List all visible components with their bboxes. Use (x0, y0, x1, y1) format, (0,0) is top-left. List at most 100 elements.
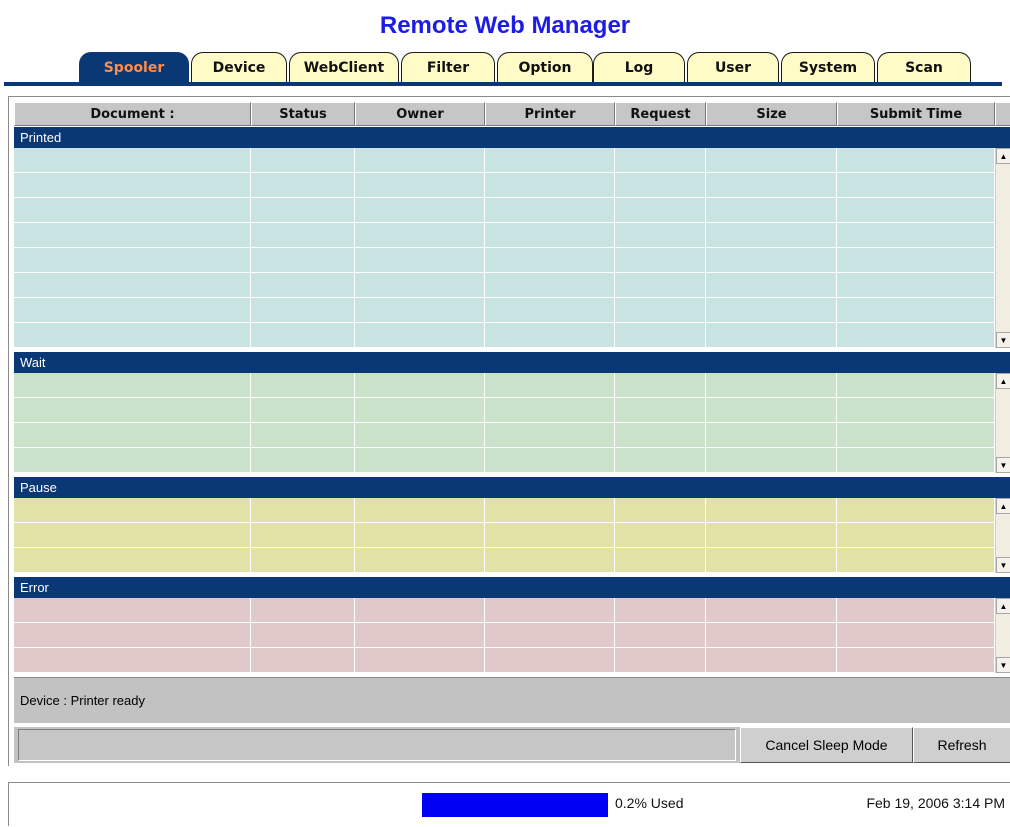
column-header-submittime[interactable]: Submit Time (837, 102, 995, 126)
scroll-down-icon[interactable]: ▼ (996, 457, 1010, 473)
tab-device[interactable]: Device (191, 52, 287, 82)
scroll-down-icon[interactable]: ▼ (996, 657, 1010, 673)
scroll-down-icon[interactable]: ▼ (996, 557, 1010, 573)
cancel-sleep-mode-button[interactable]: Cancel Sleep Mode (740, 727, 913, 763)
table-cell (837, 273, 995, 298)
table-row[interactable] (14, 398, 995, 423)
table-cell (251, 373, 355, 398)
table-cell (615, 298, 706, 323)
table-cell (251, 298, 355, 323)
table-cell (706, 448, 837, 473)
table-row[interactable] (14, 173, 995, 198)
table-cell (251, 423, 355, 448)
scrollbar-wait[interactable]: ▲ ▼ (995, 373, 1010, 473)
table-cell (837, 523, 995, 548)
table-row[interactable] (14, 273, 995, 298)
table-cell (706, 148, 837, 173)
table-row[interactable] (14, 198, 995, 223)
table-cell (251, 598, 355, 623)
table-cell (706, 273, 837, 298)
table-cell (14, 423, 251, 448)
tab-spooler[interactable]: Spooler (79, 52, 189, 82)
column-header-request[interactable]: Request (615, 102, 706, 126)
table-row[interactable] (14, 648, 995, 673)
table-row[interactable] (14, 323, 995, 348)
column-header-owner[interactable]: Owner (355, 102, 485, 126)
table-cell (251, 648, 355, 673)
table-cell (485, 373, 615, 398)
table-cell (251, 398, 355, 423)
table-row[interactable] (14, 623, 995, 648)
tab-log[interactable]: Log (593, 52, 685, 82)
table-row[interactable] (14, 498, 995, 523)
column-header-size[interactable]: Size (706, 102, 837, 126)
table-cell (355, 598, 485, 623)
table-cell (837, 498, 995, 523)
tab-user[interactable]: User (687, 52, 779, 82)
table-cell (706, 248, 837, 273)
table-cell (14, 598, 251, 623)
scroll-up-icon[interactable]: ▲ (996, 498, 1010, 514)
device-status-text: Device : Printer ready (20, 693, 145, 708)
action-bar: Cancel Sleep Mode Refresh (14, 727, 1010, 763)
tab-filter[interactable]: Filter (401, 52, 495, 82)
table-row[interactable] (14, 298, 995, 323)
column-header-printer[interactable]: Printer (485, 102, 615, 126)
section-grid-pause (14, 498, 995, 573)
table-row[interactable] (14, 423, 995, 448)
column-header-row: Document : Status Owner Printer Request Size S… (14, 102, 1010, 126)
table-cell (251, 273, 355, 298)
table-cell (355, 223, 485, 248)
tab-option[interactable]: Option (497, 52, 593, 82)
table-cell (837, 148, 995, 173)
table-cell (251, 623, 355, 648)
table-cell (14, 498, 251, 523)
table-row[interactable] (14, 548, 995, 573)
table-cell (837, 423, 995, 448)
scroll-down-icon[interactable]: ▼ (996, 332, 1010, 348)
tab-webclient[interactable]: WebClient (289, 52, 399, 82)
table-cell (251, 548, 355, 573)
table-cell (14, 298, 251, 323)
column-header-stub (995, 102, 1010, 126)
section-header-printed: Printed (14, 127, 1010, 148)
scrollbar-printed[interactable]: ▲ ▼ (995, 148, 1010, 348)
table-cell (355, 248, 485, 273)
section-header-error: Error (14, 577, 1010, 598)
table-row[interactable] (14, 148, 995, 173)
table-cell (251, 248, 355, 273)
scrollbar-error[interactable]: ▲ ▼ (995, 598, 1010, 673)
table-cell (615, 273, 706, 298)
table-cell (14, 223, 251, 248)
table-row[interactable] (14, 248, 995, 273)
table-cell (837, 648, 995, 673)
column-header-document[interactable]: Document : (14, 102, 251, 126)
table-cell (615, 148, 706, 173)
scroll-up-icon[interactable]: ▲ (996, 373, 1010, 389)
column-header-status[interactable]: Status (251, 102, 355, 126)
refresh-button[interactable]: Refresh (913, 727, 1010, 763)
table-row[interactable] (14, 373, 995, 398)
table-cell (355, 273, 485, 298)
table-cell (837, 223, 995, 248)
table-cell (837, 623, 995, 648)
table-cell (485, 523, 615, 548)
spooler-panel: Document : Status Owner Printer Request Size S… (8, 96, 1010, 766)
section-grid-printed (14, 148, 995, 348)
table-row[interactable] (14, 223, 995, 248)
table-row[interactable] (14, 598, 995, 623)
tab-scan[interactable]: Scan (877, 52, 971, 82)
table-cell (14, 648, 251, 673)
status-message-field (18, 729, 736, 761)
table-row[interactable] (14, 523, 995, 548)
scrollbar-pause[interactable]: ▲ ▼ (995, 498, 1010, 573)
table-cell (14, 373, 251, 398)
scroll-up-icon[interactable]: ▲ (996, 598, 1010, 614)
tab-system[interactable]: System (781, 52, 875, 82)
table-row[interactable] (14, 448, 995, 473)
scroll-up-icon[interactable]: ▲ (996, 148, 1010, 164)
datetime: Feb 19, 2006 3:14 PM (866, 795, 1005, 811)
table-cell (355, 198, 485, 223)
section-header-pause: Pause (14, 477, 1010, 498)
table-cell (355, 298, 485, 323)
